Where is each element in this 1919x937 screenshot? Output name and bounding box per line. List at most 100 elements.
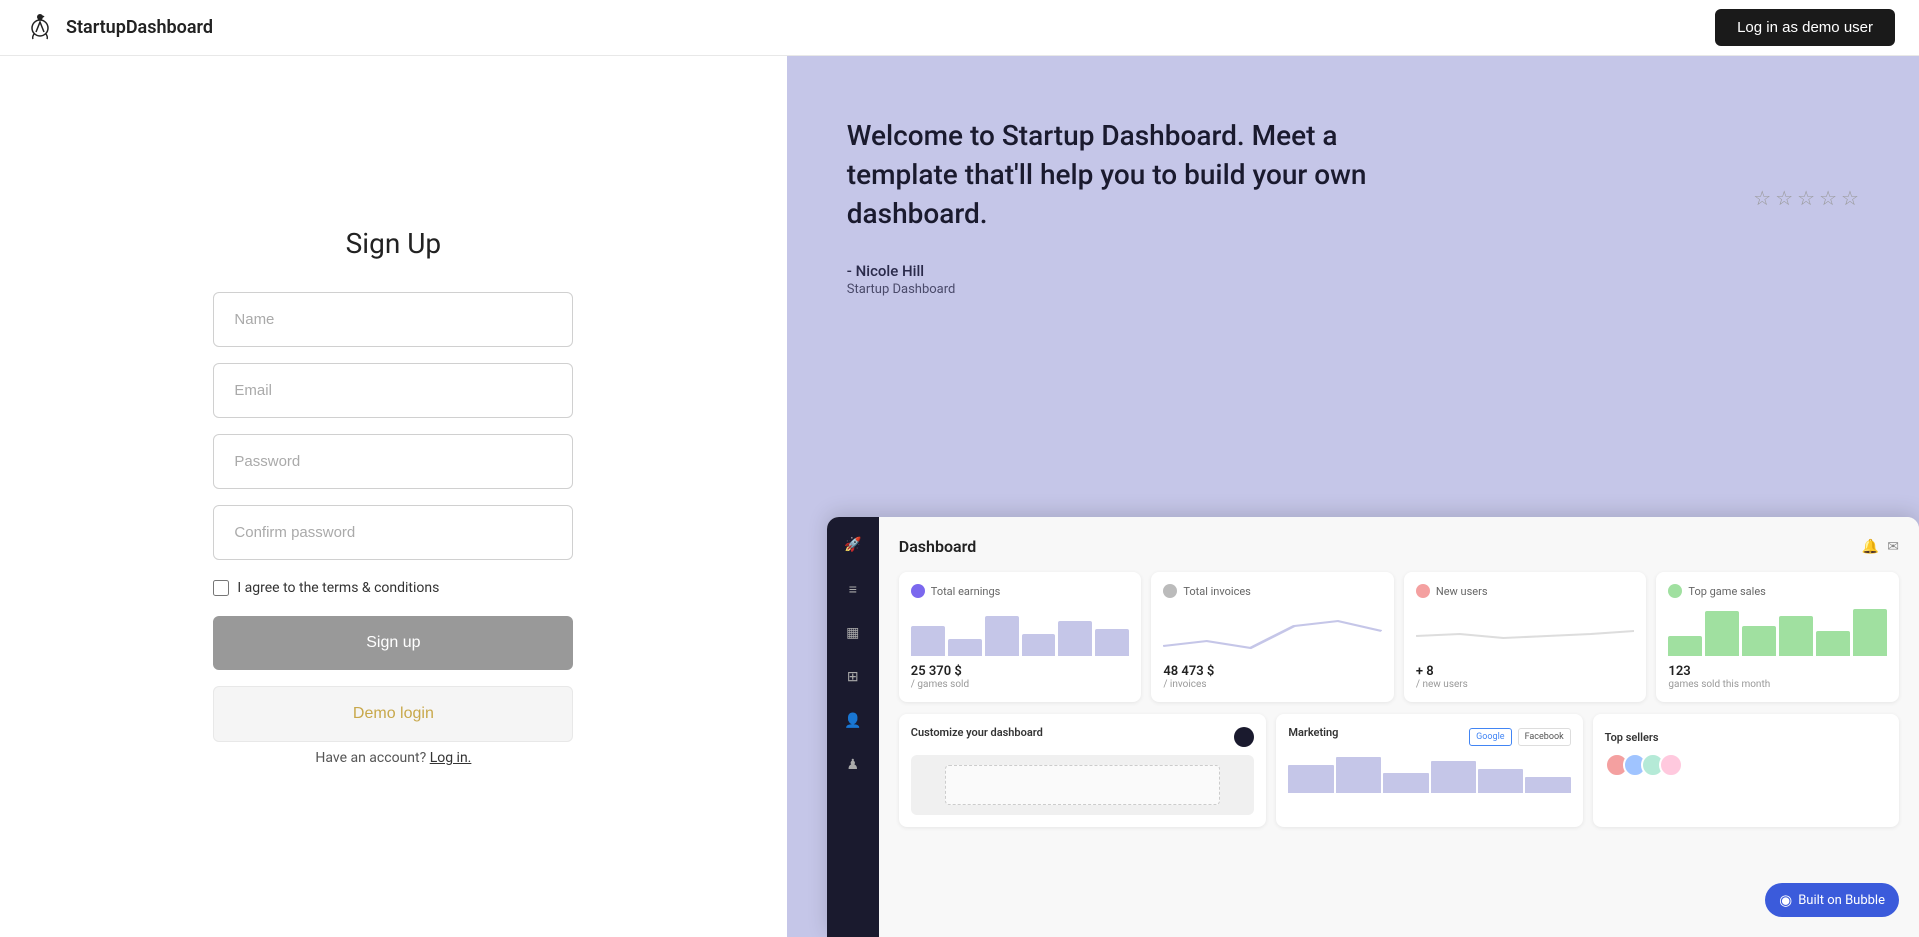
bell-icon: 🔔 — [1862, 539, 1879, 555]
sales-bar-chart — [1668, 606, 1887, 656]
bar-3 — [985, 616, 1019, 656]
stat-label-earnings: Total earnings — [931, 585, 1001, 598]
stat-header-users: New users — [1416, 584, 1635, 598]
sidebar-icon-menu: ≡ — [841, 577, 865, 601]
author-name: - Nicole Hill — [847, 262, 1859, 280]
avatar-4 — [1659, 753, 1683, 777]
star-2: ☆ — [1775, 186, 1793, 210]
bar-4 — [1022, 634, 1056, 657]
logo-text: StartupDashboard — [66, 17, 213, 38]
preview-sidebar: 🚀 ≡ ▦ ⊞ 👤 ♟ — [827, 517, 879, 937]
top-sellers-label: Top sellers — [1605, 731, 1659, 744]
terms-label: I agree to the terms & conditions — [237, 580, 439, 596]
star-1: ☆ — [1753, 186, 1771, 210]
sidebar-icon-person: ♟ — [841, 753, 865, 777]
dashboard-preview: 🚀 ≡ ▦ ⊞ 👤 ♟ Dashboard 🔔 ✉ — [827, 517, 1919, 937]
sales-bar-3 — [1742, 626, 1776, 656]
name-input[interactable] — [213, 292, 573, 347]
preview-action-icons: 🔔 ✉ — [1862, 539, 1899, 555]
sidebar-icon-grid: ⊞ — [841, 665, 865, 689]
stat-sublabel-invoices: / invoices — [1163, 679, 1382, 690]
stat-value-users: + 8 — [1416, 664, 1635, 679]
mini-bar-6 — [1525, 777, 1570, 793]
top-sellers-avatars — [1605, 753, 1887, 777]
stat-card-invoices: Total invoices 48 473 $ / invoices — [1151, 572, 1394, 702]
users-line-chart — [1416, 606, 1635, 656]
mini-bar-2 — [1336, 757, 1381, 793]
mini-bar-5 — [1478, 769, 1523, 793]
sales-bar-6 — [1853, 609, 1887, 657]
email-input[interactable] — [213, 363, 573, 418]
demo-user-button[interactable]: Log in as demo user — [1715, 9, 1895, 46]
sales-bar-2 — [1705, 611, 1739, 656]
stat-header-invoices: Total invoices — [1163, 584, 1382, 598]
stat-header-sales: Top game sales — [1668, 584, 1887, 598]
customize-dashboard-card: Customize your dashboard — [899, 714, 1267, 827]
earnings-bar-chart — [911, 606, 1130, 656]
header: StartupDashboard Log in as demo user — [0, 0, 1919, 56]
logo-icon — [24, 12, 56, 44]
stat-label-invoices: Total invoices — [1183, 585, 1251, 598]
bar-1 — [911, 626, 945, 656]
mini-bar-1 — [1288, 765, 1333, 793]
star-4: ☆ — [1819, 186, 1837, 210]
invoices-line-chart — [1163, 606, 1382, 656]
signup-form: I agree to the terms & conditions Sign u… — [213, 292, 573, 742]
google-btn: Google — [1469, 728, 1511, 746]
sidebar-icon-rocket: 🚀 — [841, 533, 865, 557]
password-input[interactable] — [213, 434, 573, 489]
right-content: Welcome to Startup Dashboard. Meet a tem… — [787, 56, 1919, 327]
preview-dashboard-title: Dashboard — [899, 537, 976, 556]
stat-header-earnings: Total earnings — [911, 584, 1130, 598]
marketing-buttons: Google Facebook — [1469, 728, 1571, 746]
bar-5 — [1058, 621, 1092, 656]
stat-icon-earnings — [911, 584, 925, 598]
stat-card-sales: Top game sales 123 games sold this month — [1656, 572, 1899, 702]
demo-login-button[interactable]: Demo login — [213, 686, 573, 742]
stat-label-sales: Top game sales — [1688, 585, 1765, 598]
terms-checkbox[interactable] — [213, 580, 229, 596]
stats-cards-row: Total earnings 25 370 $ / games sold — [899, 572, 1899, 702]
sales-bar-5 — [1816, 631, 1850, 656]
bar-2 — [948, 639, 982, 657]
signup-button[interactable]: Sign up — [213, 616, 573, 670]
left-panel: Sign Up I agree to the terms & condition… — [0, 56, 787, 937]
mail-icon: ✉ — [1887, 539, 1899, 555]
right-panel: Welcome to Startup Dashboard. Meet a tem… — [787, 56, 1919, 937]
logo-area: StartupDashboard — [24, 12, 213, 44]
author-title: Startup Dashboard — [847, 282, 1859, 297]
stat-sublabel-sales: games sold this month — [1668, 679, 1887, 690]
star-5: ☆ — [1841, 186, 1859, 210]
star-3: ☆ — [1797, 186, 1815, 210]
bar-6 — [1095, 629, 1129, 657]
bubble-label: Built on Bubble — [1798, 893, 1885, 908]
stat-sublabel-earnings: / games sold — [911, 679, 1130, 690]
main-container: Sign Up I agree to the terms & condition… — [0, 0, 1919, 937]
marketing-card: Marketing Google Facebook — [1276, 714, 1582, 827]
bubble-badge[interactable]: ◉ Built on Bubble — [1765, 883, 1899, 917]
marketing-label: Marketing — [1288, 726, 1338, 739]
sidebar-icon-users: 👤 — [841, 709, 865, 733]
terms-row: I agree to the terms & conditions — [213, 580, 573, 596]
login-prompt: Have an account? Log in. — [315, 750, 471, 766]
stat-icon-invoices — [1163, 584, 1177, 598]
sidebar-icon-dashboard: ▦ — [841, 621, 865, 645]
bubble-icon: ◉ — [1779, 891, 1792, 909]
confirm-password-input[interactable] — [213, 505, 573, 560]
form-title: Sign Up — [346, 227, 441, 260]
login-link[interactable]: Log in. — [430, 750, 472, 766]
sales-bar-4 — [1779, 616, 1813, 656]
stat-card-users: New users + 8 / new users — [1404, 572, 1647, 702]
sales-bar-1 — [1668, 636, 1702, 656]
stat-icon-users — [1416, 584, 1430, 598]
stars-row: ☆ ☆ ☆ ☆ ☆ — [1753, 186, 1859, 210]
mini-bar-3 — [1383, 773, 1428, 793]
stat-icon-sales — [1668, 584, 1682, 598]
stat-value-invoices: 48 473 $ — [1163, 664, 1382, 679]
customize-icon — [1234, 727, 1254, 747]
preview-topbar: Dashboard 🔔 ✉ — [899, 537, 1899, 556]
bottom-cards-row: Customize your dashboard Marketing Goog — [899, 714, 1899, 827]
welcome-text: Welcome to Startup Dashboard. Meet a tem… — [847, 116, 1427, 234]
top-sellers-card: Top sellers — [1593, 714, 1899, 827]
customize-label: Customize your dashboard — [911, 726, 1043, 739]
